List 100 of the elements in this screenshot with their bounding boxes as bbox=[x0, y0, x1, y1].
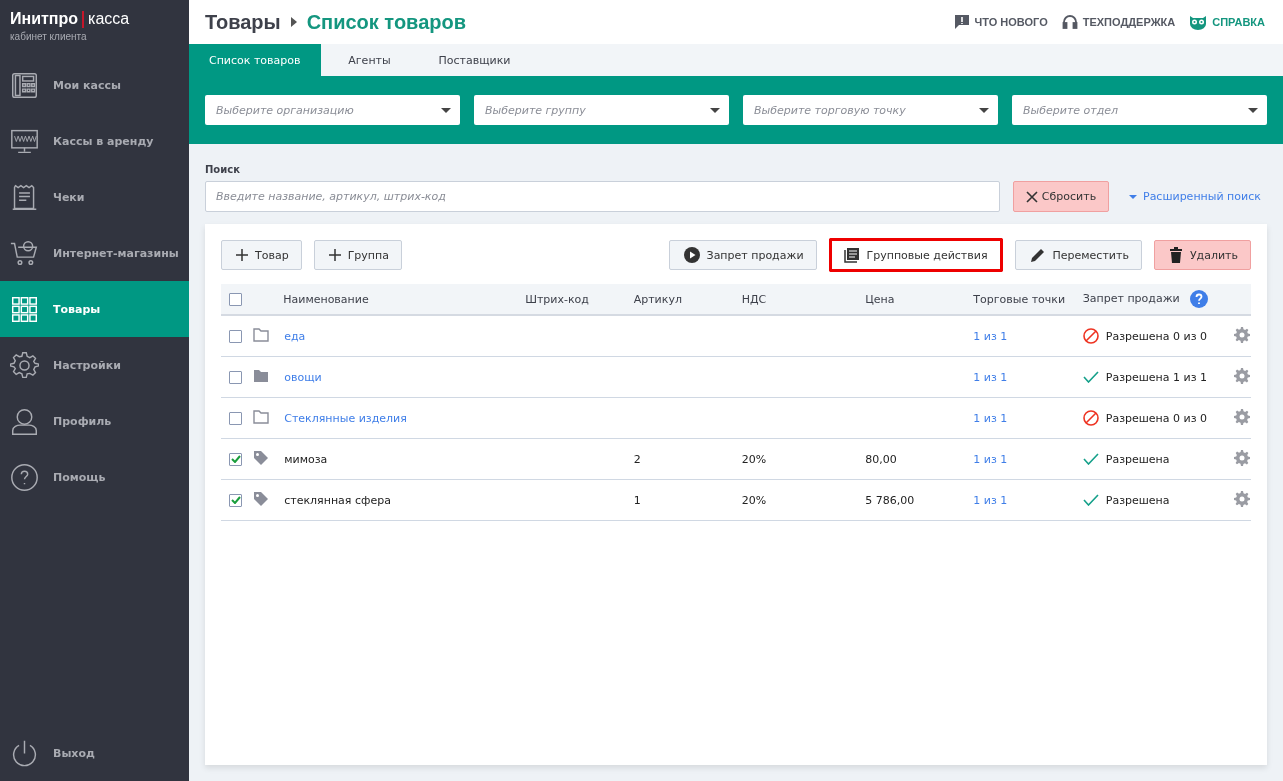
sidebar-item[interactable]: Чеки bbox=[0, 169, 189, 225]
caret-icon bbox=[1248, 107, 1258, 113]
row-checkbox[interactable] bbox=[229, 370, 242, 384]
header-link[interactable]: СПРАВКА bbox=[1189, 14, 1265, 30]
play-icon bbox=[683, 247, 700, 263]
row-checkbox[interactable] bbox=[229, 493, 242, 507]
row-checkbox[interactable] bbox=[229, 452, 242, 466]
toolbar-button[interactable]: Групповые действия bbox=[828, 238, 1003, 272]
logo-product: касса bbox=[88, 10, 130, 28]
column-header: Штрих-код bbox=[525, 292, 589, 306]
column-header: Цена bbox=[865, 292, 895, 306]
header-link[interactable]: ЧТО НОВОГО bbox=[953, 14, 1048, 30]
logout-item[interactable]: Выход bbox=[0, 725, 189, 781]
group-link[interactable]: Стеклянные изделия bbox=[284, 411, 407, 425]
pencil-icon bbox=[1029, 247, 1046, 263]
logo-subtitle: кабинет клиента bbox=[10, 31, 88, 42]
cart-icon bbox=[10, 238, 39, 268]
page-title: Список товаров bbox=[306, 10, 466, 34]
receipt-icon bbox=[10, 182, 39, 212]
toolbar-button[interactable]: Переместить bbox=[1014, 240, 1142, 270]
phone-icon bbox=[10, 70, 39, 100]
tab[interactable]: Агенты bbox=[320, 44, 419, 76]
sale-status: Разрешена 0 из 0 bbox=[1105, 329, 1207, 343]
breadcrumb-parent[interactable]: Товары bbox=[205, 10, 281, 34]
plus-icon bbox=[236, 249, 248, 261]
settings-icon[interactable] bbox=[1234, 490, 1250, 507]
headset-icon bbox=[1061, 14, 1078, 30]
sidebar-item[interactable]: Товары bbox=[0, 281, 189, 337]
column-header: Артикул bbox=[633, 292, 682, 306]
message-icon bbox=[953, 14, 970, 30]
header-link[interactable]: ТЕХПОДДЕРЖКА bbox=[1061, 14, 1176, 30]
filter-dropdown[interactable]: Выберите отдел bbox=[1012, 95, 1267, 125]
sale-status: Разрешена bbox=[1105, 452, 1170, 466]
sidebar-item[interactable]: Мои кассы bbox=[0, 57, 189, 113]
help-icon[interactable] bbox=[1189, 290, 1208, 308]
points-link[interactable]: 1 из 1 bbox=[973, 411, 1008, 425]
tag-icon bbox=[252, 490, 269, 507]
breadcrumb-separator-icon bbox=[290, 17, 297, 27]
points-link[interactable]: 1 из 1 bbox=[973, 493, 1008, 507]
group-link[interactable]: еда bbox=[284, 329, 306, 343]
plus-icon bbox=[328, 249, 341, 261]
gear-icon bbox=[10, 350, 39, 380]
filter-dropdown[interactable]: Выберите организацию bbox=[205, 95, 460, 125]
list-icon bbox=[843, 247, 860, 263]
power-icon bbox=[10, 738, 39, 768]
sidebar-item[interactable]: Настройки bbox=[0, 337, 189, 393]
tab[interactable]: Список товаров bbox=[189, 44, 321, 76]
toolbar-button[interactable]: Запрет продажи bbox=[668, 240, 817, 270]
reset-button[interactable]: Сбросить bbox=[1013, 181, 1109, 212]
row-checkbox[interactable] bbox=[229, 329, 242, 343]
sale-status: Разрешена bbox=[1105, 493, 1170, 507]
person-icon bbox=[10, 406, 39, 436]
column-header: Торговые точки bbox=[973, 292, 1066, 306]
filter-dropdown[interactable]: Выберите торговую точку bbox=[743, 95, 998, 125]
vat-cell: 20% bbox=[741, 452, 767, 466]
caret-icon bbox=[441, 107, 451, 113]
filter-dropdown[interactable]: Выберите группу bbox=[474, 95, 729, 125]
grid-icon bbox=[10, 294, 39, 324]
price-cell: 5 786,00 bbox=[865, 493, 915, 507]
search-label: Поиск bbox=[205, 164, 241, 175]
points-link[interactable]: 1 из 1 bbox=[973, 370, 1008, 384]
row-checkbox[interactable] bbox=[229, 411, 242, 425]
toolbar-button[interactable]: Товар bbox=[221, 240, 302, 270]
product-name: мимоза bbox=[284, 452, 328, 466]
article-cell: 1 bbox=[633, 493, 641, 507]
help-icon bbox=[10, 462, 39, 492]
column-header: НДС bbox=[741, 292, 767, 306]
tab[interactable]: Поставщики bbox=[418, 44, 531, 76]
caret-icon bbox=[979, 107, 989, 113]
points-link[interactable]: 1 из 1 bbox=[973, 329, 1008, 343]
search-field[interactable]: Введите название, артикул, штрих-код bbox=[205, 181, 1000, 212]
toolbar-button[interactable]: Группа bbox=[313, 240, 402, 270]
settings-icon[interactable] bbox=[1234, 408, 1250, 425]
owl-icon bbox=[1189, 14, 1208, 30]
sidebar-item[interactable]: Профиль bbox=[0, 393, 189, 449]
caret-icon bbox=[1129, 194, 1137, 199]
trash-icon bbox=[1168, 247, 1183, 263]
sale-status: Разрешена 1 из 1 bbox=[1105, 370, 1207, 384]
tag-icon bbox=[252, 449, 269, 466]
caret-icon bbox=[710, 107, 720, 113]
vat-cell: 20% bbox=[741, 493, 767, 507]
article-cell: 2 bbox=[633, 452, 641, 466]
sidebar-item[interactable]: Интернет-магазины bbox=[0, 225, 189, 281]
close-icon bbox=[1025, 190, 1038, 203]
settings-icon[interactable] bbox=[1234, 367, 1250, 384]
column-header: Наименование bbox=[283, 292, 369, 306]
sidebar-item[interactable]: Помощь bbox=[0, 449, 189, 505]
sale-status: Разрешена 0 из 0 bbox=[1105, 411, 1207, 425]
product-name: стеклянная сфера bbox=[284, 493, 391, 507]
column-header: Запрет продажи bbox=[1082, 292, 1180, 305]
group-link[interactable]: овощи bbox=[284, 370, 322, 384]
toolbar-button[interactable]: Удалить bbox=[1153, 240, 1251, 270]
sidebar-item[interactable]: Кассы в аренду bbox=[0, 113, 189, 169]
select-all-checkbox[interactable] bbox=[229, 292, 242, 306]
points-link[interactable]: 1 из 1 bbox=[973, 452, 1008, 466]
logo-brand: Инитпро bbox=[10, 10, 79, 28]
price-cell: 80,00 bbox=[865, 452, 897, 466]
advanced-search-link[interactable]: Расширенный поиск bbox=[1129, 190, 1261, 203]
settings-icon[interactable] bbox=[1234, 449, 1250, 466]
settings-icon[interactable] bbox=[1234, 326, 1250, 343]
